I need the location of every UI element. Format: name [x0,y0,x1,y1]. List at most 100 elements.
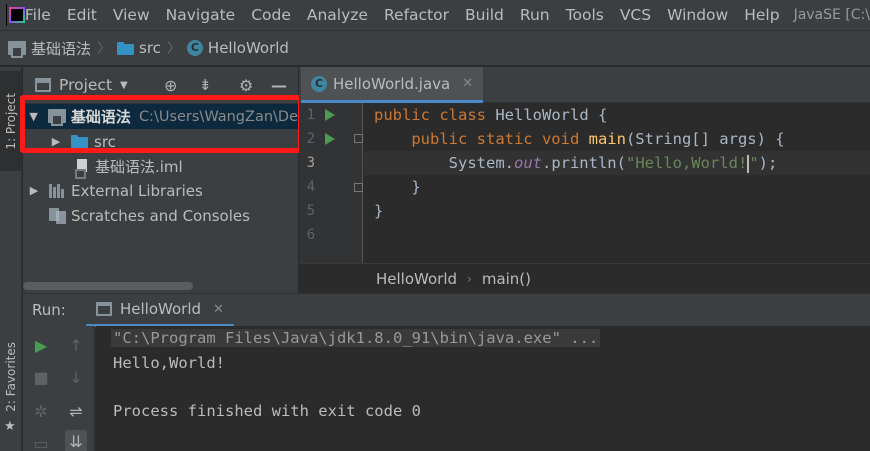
star-icon: ★ [4,419,16,434]
line-number: 2 [306,131,315,147]
console-command-line: "C:\Program Files\Java\jdk1.8.0_91\bin\j… [111,329,601,347]
editor-tab-helloworld[interactable]: HelloWorld.java ✕ [301,67,484,103]
run-panel-label: Run: [32,301,66,319]
tool-tab-favorites[interactable]: 2: Favorites [0,337,22,417]
close-icon[interactable]: ✕ [462,76,473,91]
code-method-name: main [588,130,626,148]
fold-icon[interactable] [354,183,363,192]
menu-run[interactable]: Run [512,6,558,24]
nav-crumb-src-label: src [139,39,161,57]
chevron-right-icon: 〉 [97,41,112,57]
debug-icon[interactable]: ✲ [30,400,52,422]
code-keyword: public static void [411,130,589,148]
gear-icon[interactable]: ⚙ [239,76,253,95]
code-string: "Hello,World! [625,154,748,172]
close-icon[interactable]: ✕ [213,302,224,317]
menu-code[interactable]: Code [243,6,299,24]
code-line-2: public static void main(String[] args) { [374,127,785,151]
minimize-icon[interactable]: — [271,76,287,95]
menu-view[interactable]: View [105,6,158,24]
java-class-icon [186,40,203,56]
down-arrow-icon[interactable]: ↓ [65,366,87,388]
menu-edit[interactable]: Edit [59,6,105,24]
scratches-icon [49,207,67,224]
tree-item-scratches-label: Scratches and Consoles [71,206,250,225]
code-line-3: System.out.println("Hello,World! "); [364,151,870,175]
chevron-right-icon: 〉 [166,41,181,57]
editor-crumb-method[interactable]: main() [482,270,531,288]
tool-tab-project[interactable]: 1: Project [0,71,22,171]
code-text: System. [448,154,514,172]
chevron-down-icon[interactable]: ▼ [120,80,128,91]
tree-item-iml-label: 基础语法.iml [95,158,183,176]
line-number: 4 [306,179,315,195]
code-line-1: public class HelloWorld { [374,103,607,127]
code-text: ); [758,154,778,172]
java-class-icon [311,75,327,92]
soft-wrap-icon[interactable]: ⇌ [65,400,87,422]
menu-analyze[interactable]: Analyze [299,6,376,24]
up-arrow-icon[interactable]: ↑ [65,334,87,356]
left-tool-strip: 1: Project 2: Favorites ★ [0,67,22,451]
editor-tab-label: HelloWorld.java [333,74,451,93]
nav-crumb-src[interactable]: src [117,39,161,57]
tool-tab-project-label: 1: Project [4,92,18,150]
menu-build[interactable]: Build [457,6,512,24]
collapsed-arrow-icon[interactable]: ▶ [27,184,41,197]
menu-navigate[interactable]: Navigate [158,6,244,24]
nav-crumb-class[interactable]: HelloWorld [186,39,289,57]
menu-tools[interactable]: Tools [558,6,612,24]
line-number: 1 [306,107,315,123]
intellij-logo-icon [6,4,23,26]
stop-icon[interactable]: ■ [30,366,52,388]
code-text: (String[] args) { [625,130,785,148]
tree-item-iml[interactable]: 基础语法.iml [23,154,298,179]
folder-icon [117,41,135,55]
nav-crumb-class-label: HelloWorld [207,39,289,57]
line-number: 5 [306,203,315,219]
editor-crumb-class[interactable]: HelloWorld [376,270,457,288]
iml-file-icon [75,158,89,179]
code-line-4: } [374,178,421,196]
line-number: 3 [306,155,315,171]
menu-vcs[interactable]: VCS [612,6,659,24]
tree-item-external-libraries[interactable]: ▶ External Libraries [23,178,298,203]
chevron-right-icon: › [467,271,472,286]
run-tab-helloworld[interactable]: HelloWorld ✕ [86,294,234,327]
menu-refactor[interactable]: Refactor [376,6,457,24]
scroll-to-end-icon[interactable]: ⇊ [65,430,87,451]
project-horizontal-scrollbar[interactable] [23,282,193,290]
nav-crumb-module-label: 基础语法 [31,39,92,58]
menu-help[interactable]: Help [736,6,787,24]
editor-breadcrumbs: HelloWorld › main() [299,263,870,293]
run-panel-header: Run: HelloWorld ✕ [23,293,870,327]
code-editor[interactable]: public class HelloWorld { public static … [364,103,870,263]
project-window-icon [35,78,51,92]
layout-icon[interactable]: ▭ [30,432,52,451]
run-tab-label: HelloWorld [120,300,202,318]
console-exit-line: Process finished with exit code 0 [113,402,421,420]
editor-gutter: 1 2 3 4 5 6 [299,103,363,263]
console-output[interactable]: "C:\Program Files\Java\jdk1.8.0_91\bin\j… [96,326,870,451]
window-title: JavaSE [C:\ [793,7,870,23]
run-class-icon[interactable] [325,109,335,121]
console-output-line: Hello,World! [113,354,225,372]
code-line-5: } [374,202,384,220]
rerun-icon[interactable]: ▶ [30,334,52,356]
menu-window[interactable]: Window [659,6,736,24]
highlight-annotation-box [20,95,303,153]
run-toolbar: ▶ ↑ ■ ↓ ✲ ⇌ ⇊ ▭ [23,326,95,451]
tree-item-scratches[interactable]: Scratches and Consoles [23,203,298,228]
locate-target-icon[interactable]: ⊕ [164,76,177,95]
nav-crumb-module[interactable]: 基础语法 [8,38,91,59]
run-main-icon[interactable] [325,133,335,145]
code-string-end: " [749,154,759,172]
line-number: 6 [306,227,315,243]
module-icon [8,40,26,58]
console-icon [96,302,112,316]
project-view-selector[interactable]: Project [59,76,112,94]
collapse-all-icon[interactable]: ⇟ [199,76,212,94]
fold-icon[interactable] [354,134,363,143]
tool-tab-favorites-label: 2: Favorites [4,342,18,412]
